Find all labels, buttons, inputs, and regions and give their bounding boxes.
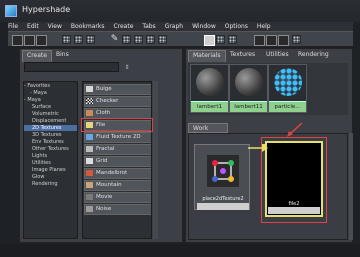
menu-graph[interactable]: Graph	[165, 22, 183, 31]
noise-icon	[86, 206, 93, 212]
menu-edit[interactable]: Edit	[27, 22, 39, 31]
list-item-mountain[interactable]: Mountain	[84, 180, 151, 191]
menu-bar: File Edit View Bookmarks Create Tabs Gra…	[8, 22, 353, 31]
texture-node-list: Bulge Checker Cloth File Fluid Texture 2…	[82, 81, 152, 239]
show-bottom-tabs-icon[interactable]	[228, 35, 237, 44]
list-item-fluid-texture-2d[interactable]: Fluid Texture 2D	[84, 132, 151, 143]
material-sphere	[274, 68, 302, 96]
list-item-checker[interactable]: Checker	[84, 96, 151, 107]
annotation-arrow	[287, 122, 303, 137]
tree-item[interactable]: Surface	[24, 104, 77, 110]
graph-output-icon[interactable]	[86, 35, 95, 44]
menu-window[interactable]: Window	[192, 22, 216, 31]
tab-work-area[interactable]: Work Area	[188, 123, 228, 139]
tree-item[interactable]: Other Textures	[24, 146, 77, 152]
checker-icon	[86, 98, 93, 104]
shader-swatch-particle[interactable]: particle...	[268, 64, 307, 113]
file-highlight-box	[81, 118, 153, 132]
texture-list-scrollbar[interactable]	[153, 81, 158, 239]
list-item-bulge[interactable]: Bulge	[84, 84, 151, 95]
layout-split-icon[interactable]	[24, 35, 35, 46]
menu-view[interactable]: View	[48, 22, 62, 31]
menu-bookmarks[interactable]: Bookmarks	[71, 22, 105, 31]
fractal-icon	[86, 146, 93, 152]
work-area-scrollbar[interactable]	[349, 133, 353, 240]
menu-create[interactable]: Create	[113, 22, 133, 31]
desktop-background	[0, 244, 360, 257]
window-title: Hypershade	[22, 5, 71, 14]
list-item-grid[interactable]: Grid	[84, 156, 151, 167]
tab-materials[interactable]: Materials	[188, 50, 226, 62]
layout-tabs-icon[interactable]	[36, 35, 47, 46]
show-both-tabs-icon[interactable]	[254, 35, 265, 46]
tree-item[interactable]: Env Textures	[24, 139, 77, 145]
tab-bins[interactable]: Bins	[52, 50, 73, 61]
create-filter-input[interactable]	[24, 62, 119, 72]
material-sphere	[196, 68, 224, 96]
list-item-fractal[interactable]: Fractal	[84, 144, 151, 155]
graph-materials-icon[interactable]	[146, 35, 155, 44]
bulge-icon	[86, 86, 93, 92]
place2d-texture-icon	[207, 155, 239, 187]
list-item-movie[interactable]: Movie	[84, 192, 151, 203]
list-item-noise[interactable]: Noise	[84, 204, 151, 215]
tree-item[interactable]: - Maya	[24, 97, 77, 103]
layout-single-icon[interactable]	[12, 35, 23, 46]
shader-swatch-lambert11[interactable]: lambert11	[229, 64, 268, 113]
tree-item[interactable]: Glow	[24, 174, 77, 180]
tree-item[interactable]: Lights	[24, 153, 77, 159]
tree-item[interactable]: Rendering	[24, 181, 77, 187]
fluid-icon	[86, 134, 93, 140]
show-work-area-icon[interactable]	[278, 35, 289, 46]
menu-file[interactable]: File	[8, 22, 18, 31]
tree-item[interactable]: - Maya	[24, 90, 77, 96]
show-create-bar-icon[interactable]	[266, 35, 277, 46]
menu-options[interactable]: Options	[225, 22, 248, 31]
tab-create[interactable]: Create	[22, 50, 52, 62]
tree-item[interactable]: Displacement	[24, 118, 77, 124]
graph-input-icon[interactable]	[62, 35, 71, 44]
node-port-bar[interactable]	[268, 207, 320, 214]
render-view-icon[interactable]	[204, 35, 215, 46]
show-top-tabs-icon[interactable]	[216, 35, 225, 44]
menu-help[interactable]: Help	[257, 22, 271, 31]
list-item-mandelbrot[interactable]: Mandelbrot	[84, 168, 151, 179]
cloth-icon	[86, 110, 93, 116]
tree-item[interactable]: Image Planes	[24, 167, 77, 173]
node-file2[interactable]: file2	[265, 141, 323, 217]
create-category-tree: - Favorites - Maya - Maya Surface Volume…	[23, 81, 78, 239]
graph-upstream-icon[interactable]	[158, 35, 167, 44]
clear-graph-icon[interactable]	[122, 35, 131, 44]
tree-item[interactable]: Utilities	[24, 160, 77, 166]
tab-utilities[interactable]: Utilities	[262, 50, 293, 61]
tree-item[interactable]: - Favorites	[24, 83, 77, 89]
tab-rendering[interactable]: Rendering	[294, 50, 333, 61]
grid-icon	[86, 158, 93, 164]
node-port-bar[interactable]	[197, 203, 249, 210]
paint-brush-icon[interactable]: ✎	[110, 35, 119, 44]
mandelbrot-icon	[86, 170, 93, 176]
tree-item[interactable]: 3D Textures	[24, 132, 77, 138]
shader-swatch-lambert1[interactable]: lambert1	[190, 64, 229, 113]
material-sphere	[235, 68, 263, 96]
graph-io-icon[interactable]	[74, 35, 83, 44]
tree-item-2d-textures[interactable]: 2D Textures	[24, 125, 77, 131]
toolbar: ✎	[8, 31, 353, 47]
swatch-size-icon[interactable]	[292, 35, 301, 44]
rearrange-graph-icon[interactable]	[134, 35, 143, 44]
tab-textures[interactable]: Textures	[226, 50, 259, 61]
tree-item[interactable]: Volumetric	[24, 111, 77, 117]
connection-arrow	[248, 144, 268, 152]
menu-tabs[interactable]: Tabs	[142, 22, 155, 31]
hypershade-app-icon	[5, 5, 17, 17]
panel-resize-handle[interactable]: ⇕	[124, 65, 130, 71]
mountain-icon	[86, 182, 93, 188]
movie-icon	[86, 194, 93, 200]
